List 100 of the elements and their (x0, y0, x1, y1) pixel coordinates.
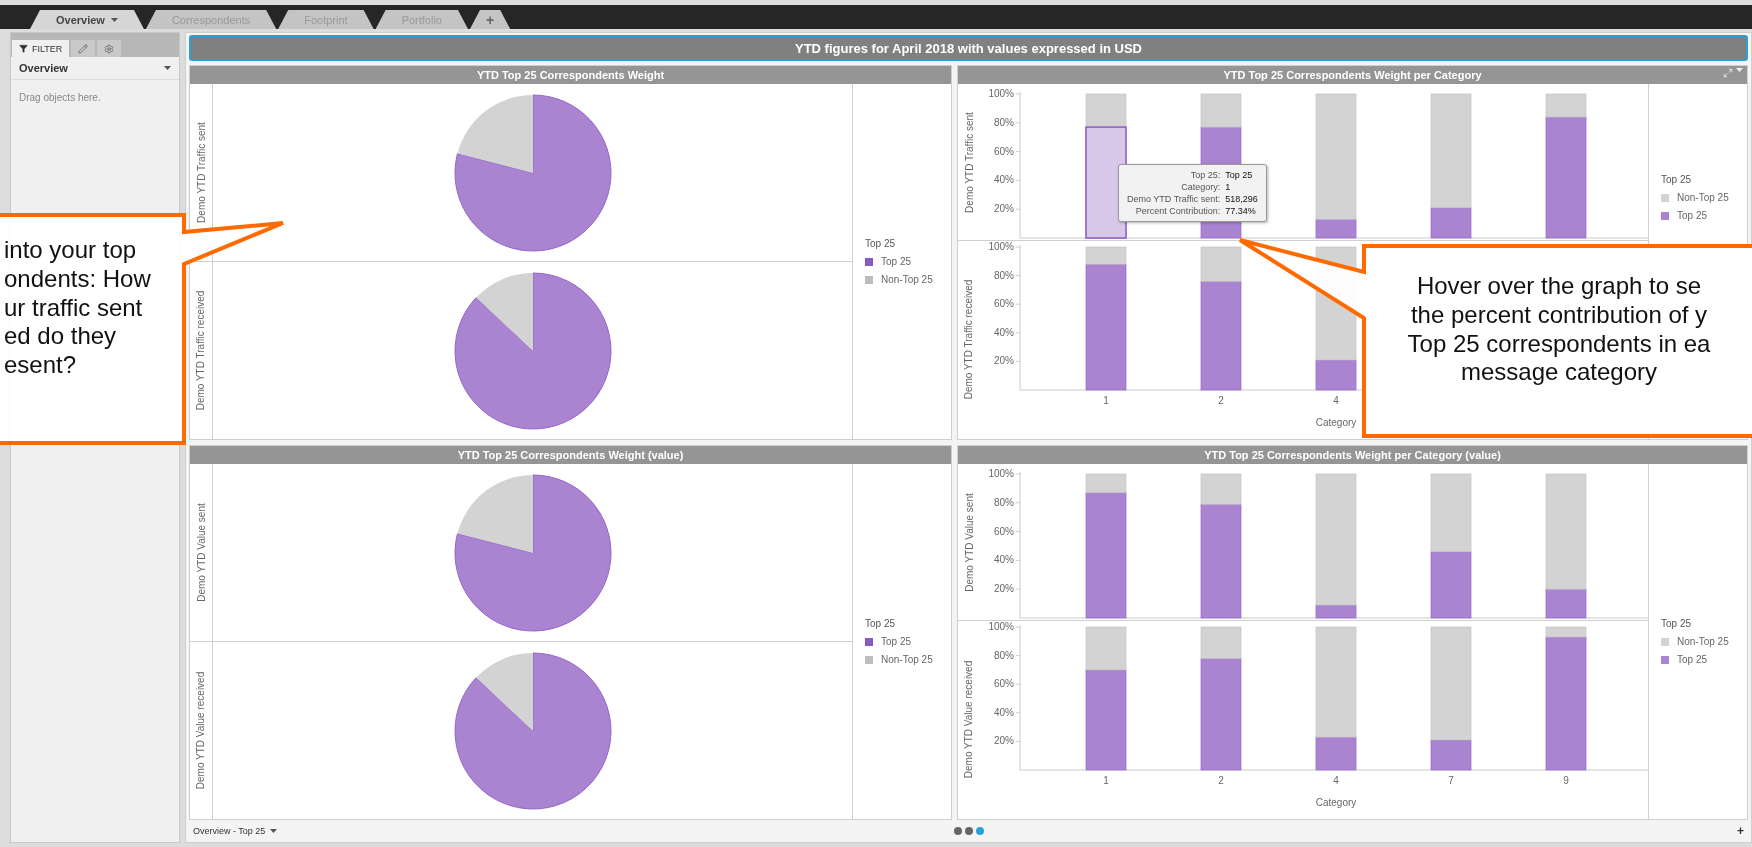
legend-label: Non-Top 25 (881, 274, 933, 285)
section-dropdown[interactable]: Overview (11, 57, 179, 80)
panel-title: YTD Top 25 Correspondents Weight per Category (value) (958, 446, 1747, 464)
bar (1200, 93, 1242, 128)
pencil-icon (78, 43, 89, 54)
x-tick-label: 9 (1563, 775, 1569, 786)
y-tick-label: 100% (988, 468, 1014, 479)
x-tick-label: 1 (1103, 775, 1109, 786)
tooltip-value: 1 (1225, 182, 1232, 192)
legend-label: Non-Top 25 (1677, 636, 1729, 647)
stacked-bar[interactable] (1085, 473, 1127, 619)
stacked-bar[interactable] (1085, 246, 1127, 391)
drop-hint: Drag objects here. (18, 91, 102, 105)
bar (1545, 116, 1587, 239)
bar (1200, 246, 1242, 282)
page-dot[interactable] (975, 827, 984, 835)
y-tick-label: 60% (994, 678, 1014, 690)
stacked-bar[interactable] (1430, 93, 1472, 239)
bar (1200, 658, 1242, 771)
sidebar-tab[interactable]: FILTER (12, 40, 70, 57)
y-tick-label: 80% (994, 269, 1014, 281)
stacked-bar[interactable] (1200, 246, 1242, 391)
y-tick-label: 60% (994, 525, 1014, 537)
legend-title: Top 25 (865, 238, 897, 249)
expand-icon[interactable] (1723, 68, 1733, 78)
panel-title: YTD Top 25 Correspondents Weight per Category (958, 66, 1747, 84)
y-tick-label: 60% (994, 145, 1014, 157)
bar (1430, 626, 1472, 741)
legend-title: Top 25 (1661, 618, 1693, 629)
bar (1085, 93, 1127, 128)
bar (1430, 93, 1472, 209)
tooltip-label: Demo YTD Traffic sent: (1127, 194, 1221, 204)
y-tick-label: 100% (988, 621, 1014, 632)
sidebar-tab[interactable] (97, 40, 122, 57)
stacked-bar[interactable] (1315, 473, 1357, 619)
y-tick-label: 80% (994, 116, 1014, 128)
stacked-bar[interactable] (1085, 93, 1127, 239)
bar (1315, 218, 1357, 239)
bar (1315, 626, 1357, 738)
x-tick-label: 1 (1103, 395, 1109, 406)
view-dropdown[interactable]: Overview - Top 25 (193, 826, 278, 836)
stacked-bar[interactable] (1315, 626, 1357, 771)
bar (1430, 739, 1472, 771)
legend-label: Non-Top 25 (1677, 192, 1729, 203)
x-tick-label: 7 (1448, 775, 1454, 786)
y-tick-label: 40% (994, 554, 1014, 566)
caret-icon (164, 66, 171, 70)
legend-label: Top 25 (1677, 654, 1708, 665)
callout-text: Hover over the graph to se the percent contribution of y Top 25 correspondents in ea message category (1406, 272, 1712, 388)
tooltip-value: Top 25 (1225, 170, 1254, 180)
y-axis-title: Demo YTD Value received (963, 660, 975, 778)
stacked-bar[interactable] (1315, 93, 1357, 239)
view-tab[interactable]: Overview (30, 10, 144, 29)
y-axis-title: Demo YTD Value received (195, 671, 207, 790)
sidebar-tab[interactable] (71, 40, 96, 57)
bar (1545, 626, 1587, 638)
legend-title: Top 25 (865, 618, 897, 629)
bar (1545, 473, 1587, 590)
stacked-bar[interactable] (1545, 93, 1587, 239)
y-tick-label: 80% (994, 649, 1014, 661)
x-tick-label: 2 (1218, 775, 1224, 786)
y-tick-label: 60% (994, 298, 1014, 310)
legend-label: Top 25 (881, 256, 912, 267)
bar (1315, 736, 1357, 771)
stacked-bar[interactable] (1545, 626, 1587, 771)
y-tick-label: 20% (994, 355, 1014, 367)
stacked-bar[interactable] (1200, 626, 1242, 771)
tooltip-value: 77.34% (1225, 206, 1257, 216)
stacked-bar[interactable] (1430, 473, 1472, 619)
panel-title: YTD Top 25 Correspondents Weight (value) (190, 446, 951, 464)
page-dot[interactable] (953, 827, 962, 835)
caret-icon (1736, 68, 1743, 72)
stacked-bar[interactable] (1430, 626, 1472, 771)
y-axis-title: Demo YTD Traffic sent (963, 111, 975, 213)
bar (1085, 473, 1127, 494)
bar (1430, 207, 1472, 239)
legend-title: Top 25 (1661, 174, 1693, 185)
y-axis-title: Demo YTD Value sent (195, 503, 207, 602)
bar (1545, 93, 1587, 118)
y-tick-label: 20% (994, 583, 1014, 595)
bar (1085, 669, 1127, 771)
page-dot[interactable] (964, 827, 973, 835)
y-tick-label: 100% (988, 241, 1014, 252)
bar (1545, 588, 1587, 619)
y-tick-label: 40% (994, 706, 1014, 718)
stacked-bar[interactable] (1200, 473, 1242, 619)
bar (1085, 626, 1127, 671)
tooltip-label: Percent Contribution: (1134, 206, 1221, 216)
bar (1200, 280, 1242, 391)
stacked-bar[interactable] (1085, 626, 1127, 771)
dashboard-title: YTD figures for April 2018 with values expressed in USD (189, 35, 1748, 61)
caret-icon (270, 829, 278, 833)
stacked-bar[interactable] (1545, 473, 1587, 619)
y-tick-label: 20% (994, 203, 1014, 215)
filter-icon (19, 44, 28, 53)
x-axis-title: Category (1315, 417, 1357, 428)
tooltip-label: Top 25: (1189, 170, 1221, 180)
y-axis-title: Demo YTD Traffic received (195, 290, 207, 411)
add-button[interactable]: + (1737, 824, 1744, 838)
bar (1085, 246, 1127, 265)
